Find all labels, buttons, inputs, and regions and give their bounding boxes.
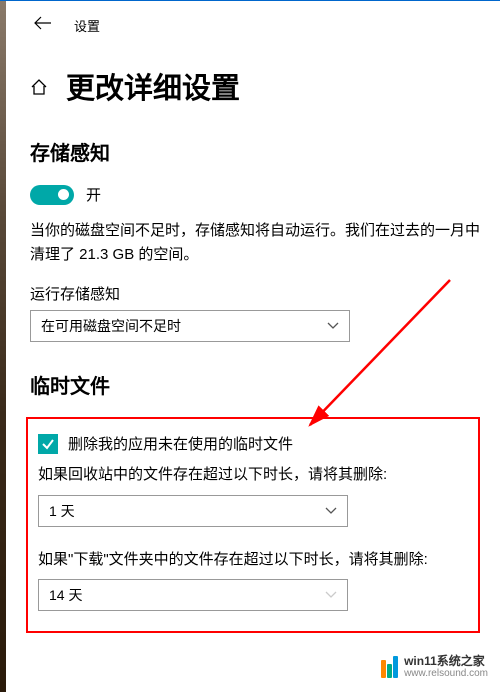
page-title-row: 更改详细设置: [0, 47, 500, 137]
downloads-select[interactable]: 14 天: [38, 579, 348, 611]
header-title: 设置: [74, 16, 100, 35]
storage-sense-toggle-row: 开: [30, 184, 480, 205]
temp-files-title: 临时文件: [30, 370, 480, 399]
downloads-label: 如果"下载"文件夹中的文件存在超过以下时长，请将其删除:: [38, 549, 468, 572]
temp-files-section: 临时文件: [0, 370, 500, 399]
highlight-box: 删除我的应用未在使用的临时文件 如果回收站中的文件存在超过以下时长，请将其删除:…: [26, 417, 480, 633]
storage-sense-toggle-label: 开: [86, 184, 101, 205]
chevron-down-icon: [325, 507, 337, 515]
run-storage-sense-select[interactable]: 在可用磁盘空间不足时: [30, 310, 350, 342]
watermark-text: win11系统之家 www.relsound.com: [404, 654, 488, 680]
watermark-line2: www.relsound.com: [404, 668, 488, 680]
storage-sense-title: 存储感知: [30, 137, 480, 166]
recycle-bin-label: 如果回收站中的文件存在超过以下时长，请将其删除:: [38, 464, 468, 487]
storage-sense-toggle[interactable]: [30, 185, 74, 205]
back-arrow-icon[interactable]: [30, 12, 56, 39]
storage-sense-section: 存储感知 开 当你的磁盘空间不足时，存储感知将自动运行。我们在过去的一月中清理了…: [0, 137, 500, 342]
recycle-bin-select[interactable]: 1 天: [38, 495, 348, 527]
header-bar: 设置: [0, 0, 500, 47]
recycle-select-value: 1 天: [49, 501, 75, 521]
home-icon[interactable]: [30, 78, 48, 101]
watermark-logo: [381, 656, 398, 678]
storage-sense-description: 当你的磁盘空间不足时，存储感知将自动运行。我们在过去的一月中清理了 21.3 G…: [30, 219, 480, 267]
downloads-select-value: 14 天: [49, 585, 82, 605]
run-storage-sense-label: 运行存储感知: [30, 283, 480, 304]
delete-temp-label: 删除我的应用未在使用的临时文件: [68, 433, 293, 454]
page-title: 更改详细设置: [66, 65, 240, 107]
left-edge-decoration: [0, 0, 6, 692]
chevron-down-icon: [325, 591, 337, 599]
watermark: win11系统之家 www.relsound.com: [381, 654, 488, 680]
toggle-knob: [58, 189, 69, 200]
delete-temp-checkbox[interactable]: [38, 434, 58, 454]
chevron-down-icon: [327, 322, 339, 330]
top-accent-line: [0, 0, 500, 1]
delete-temp-checkbox-row: 删除我的应用未在使用的临时文件: [38, 433, 468, 454]
watermark-line1: win11系统之家: [404, 654, 488, 668]
run-select-value: 在可用磁盘空间不足时: [41, 316, 181, 336]
